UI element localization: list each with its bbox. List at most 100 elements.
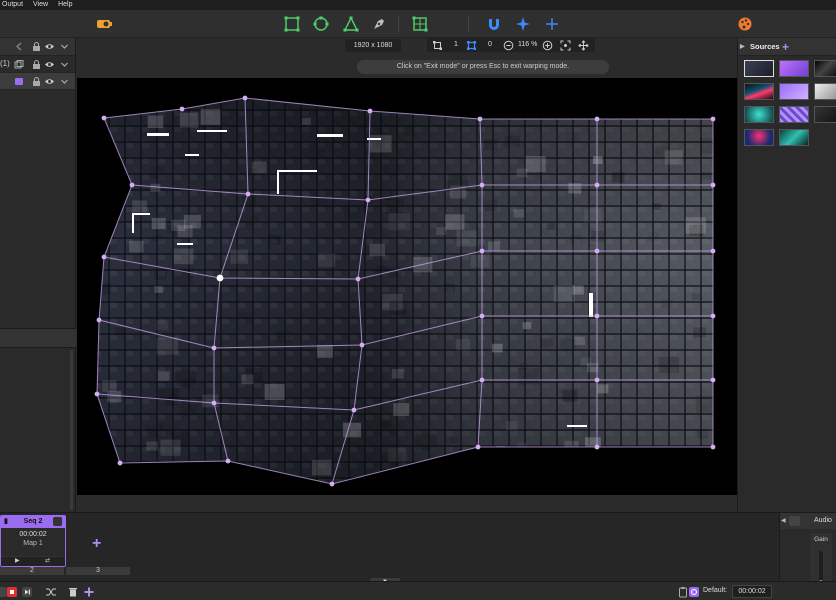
source-thumb[interactable] [779, 129, 809, 146]
control-point[interactable] [101, 254, 107, 260]
source-thumb[interactable] [779, 106, 809, 123]
menu-help[interactable]: Help [58, 0, 72, 10]
grid-warp-icon[interactable] [411, 15, 429, 33]
control-point[interactable] [329, 481, 335, 487]
control-point[interactable] [594, 444, 600, 450]
control-point[interactable] [101, 115, 107, 121]
palette-icon[interactable] [736, 15, 754, 33]
chevron-down-icon[interactable] [59, 59, 70, 70]
control-point[interactable] [479, 377, 485, 383]
back-icon[interactable] [14, 41, 25, 52]
menu-view[interactable]: View [33, 0, 48, 10]
add-icon[interactable] [83, 586, 95, 598]
eye-icon[interactable] [44, 59, 55, 70]
control-point[interactable] [96, 317, 102, 323]
menu-output[interactable]: Output [2, 0, 23, 10]
control-point[interactable] [475, 444, 481, 450]
cue-card[interactable]: ▮ Seq 2 00:00:02 Map 1 ▶ ⇄ [0, 515, 66, 567]
control-point[interactable] [129, 182, 135, 188]
zoom-in-icon[interactable] [542, 39, 553, 51]
control-point[interactable] [479, 313, 485, 319]
play-icon[interactable]: ▶ [15, 557, 20, 564]
sparkle-icon[interactable] [514, 15, 532, 33]
next-cue-button[interactable] [21, 586, 33, 598]
control-point[interactable] [594, 182, 600, 188]
subdivision-y-value[interactable]: 0 [488, 39, 492, 51]
stop-button[interactable] [6, 586, 18, 598]
control-point[interactable] [477, 116, 483, 122]
control-point[interactable] [594, 116, 600, 122]
control-point[interactable] [594, 313, 600, 319]
cue-settings-icon[interactable] [53, 517, 62, 526]
control-point[interactable] [367, 108, 373, 114]
source-thumb[interactable] [744, 129, 774, 146]
lock-icon[interactable] [31, 76, 42, 87]
warp-mesh[interactable] [77, 78, 737, 495]
control-point[interactable] [710, 313, 716, 319]
default-duration-input[interactable]: 00:00:02 [732, 585, 772, 598]
control-point[interactable] [359, 342, 365, 348]
panel-divider[interactable] [0, 328, 76, 348]
control-point[interactable] [355, 276, 361, 282]
source-thumb[interactable] [814, 106, 836, 123]
cue-index[interactable]: 3 [66, 567, 130, 575]
chevron-down-icon[interactable] [59, 76, 70, 87]
quad-surface-icon[interactable] [283, 15, 301, 33]
source-thumb[interactable] [779, 60, 809, 77]
control-point[interactable] [351, 407, 357, 413]
triangle-surface-icon[interactable] [342, 15, 360, 33]
lock-icon[interactable] [31, 59, 42, 70]
scrollbar[interactable] [70, 350, 73, 510]
layer-row[interactable] [0, 73, 75, 90]
circle-surface-icon[interactable] [312, 15, 330, 33]
magnet-icon[interactable] [485, 15, 503, 33]
control-point[interactable] [710, 444, 716, 450]
control-point[interactable] [710, 377, 716, 383]
control-point[interactable] [710, 116, 716, 122]
delete-icon[interactable] [67, 586, 79, 598]
control-point[interactable] [179, 106, 185, 112]
eye-icon[interactable] [44, 41, 55, 52]
collapse-arrow-icon[interactable]: ▶ [740, 38, 745, 56]
control-point[interactable] [594, 377, 600, 383]
shuffle-icon[interactable] [45, 586, 57, 598]
source-thumb[interactable] [779, 83, 809, 100]
control-point[interactable] [245, 191, 251, 197]
loop-icon[interactable]: ⇄ [45, 557, 50, 564]
control-point[interactable] [117, 460, 123, 466]
control-point[interactable] [211, 345, 217, 351]
control-point[interactable] [479, 248, 485, 254]
collapse-arrow-icon[interactable]: ◀ [781, 513, 786, 529]
cue-index[interactable]: 2 [0, 567, 64, 575]
selected-control-point[interactable] [216, 274, 224, 282]
chevron-down-icon[interactable] [59, 41, 70, 52]
source-thumb[interactable] [814, 83, 836, 100]
layer-row[interactable]: (1) [0, 56, 75, 73]
crosshair-icon[interactable] [543, 15, 561, 33]
warp-canvas[interactable] [77, 78, 737, 495]
audio-toggle-icon[interactable] [789, 516, 800, 526]
warp-grid-icon[interactable] [466, 39, 477, 51]
zoom-out-icon[interactable] [503, 39, 514, 51]
control-point[interactable] [94, 391, 100, 397]
source-thumb[interactable] [744, 60, 774, 77]
source-thumb[interactable] [744, 83, 774, 100]
move-icon[interactable] [578, 39, 589, 51]
cue-mode-icon[interactable] [688, 586, 700, 598]
control-point[interactable] [242, 95, 248, 101]
projector-icon[interactable] [95, 15, 113, 33]
control-point[interactable] [211, 400, 217, 406]
control-point[interactable] [479, 182, 485, 188]
cue-lock-icon[interactable]: ▮ [4, 516, 8, 528]
source-thumb[interactable] [814, 60, 836, 77]
control-point[interactable] [225, 458, 231, 464]
add-source-button[interactable]: + [782, 38, 789, 56]
control-point[interactable] [710, 182, 716, 188]
add-cue-button[interactable]: + [92, 535, 101, 553]
lock-icon[interactable] [31, 41, 42, 52]
eye-icon[interactable] [44, 76, 55, 87]
subdivision-x-value[interactable]: 1 [454, 39, 458, 51]
pen-tool-icon[interactable] [370, 15, 388, 33]
control-point[interactable] [365, 197, 371, 203]
source-thumb[interactable] [744, 106, 774, 123]
